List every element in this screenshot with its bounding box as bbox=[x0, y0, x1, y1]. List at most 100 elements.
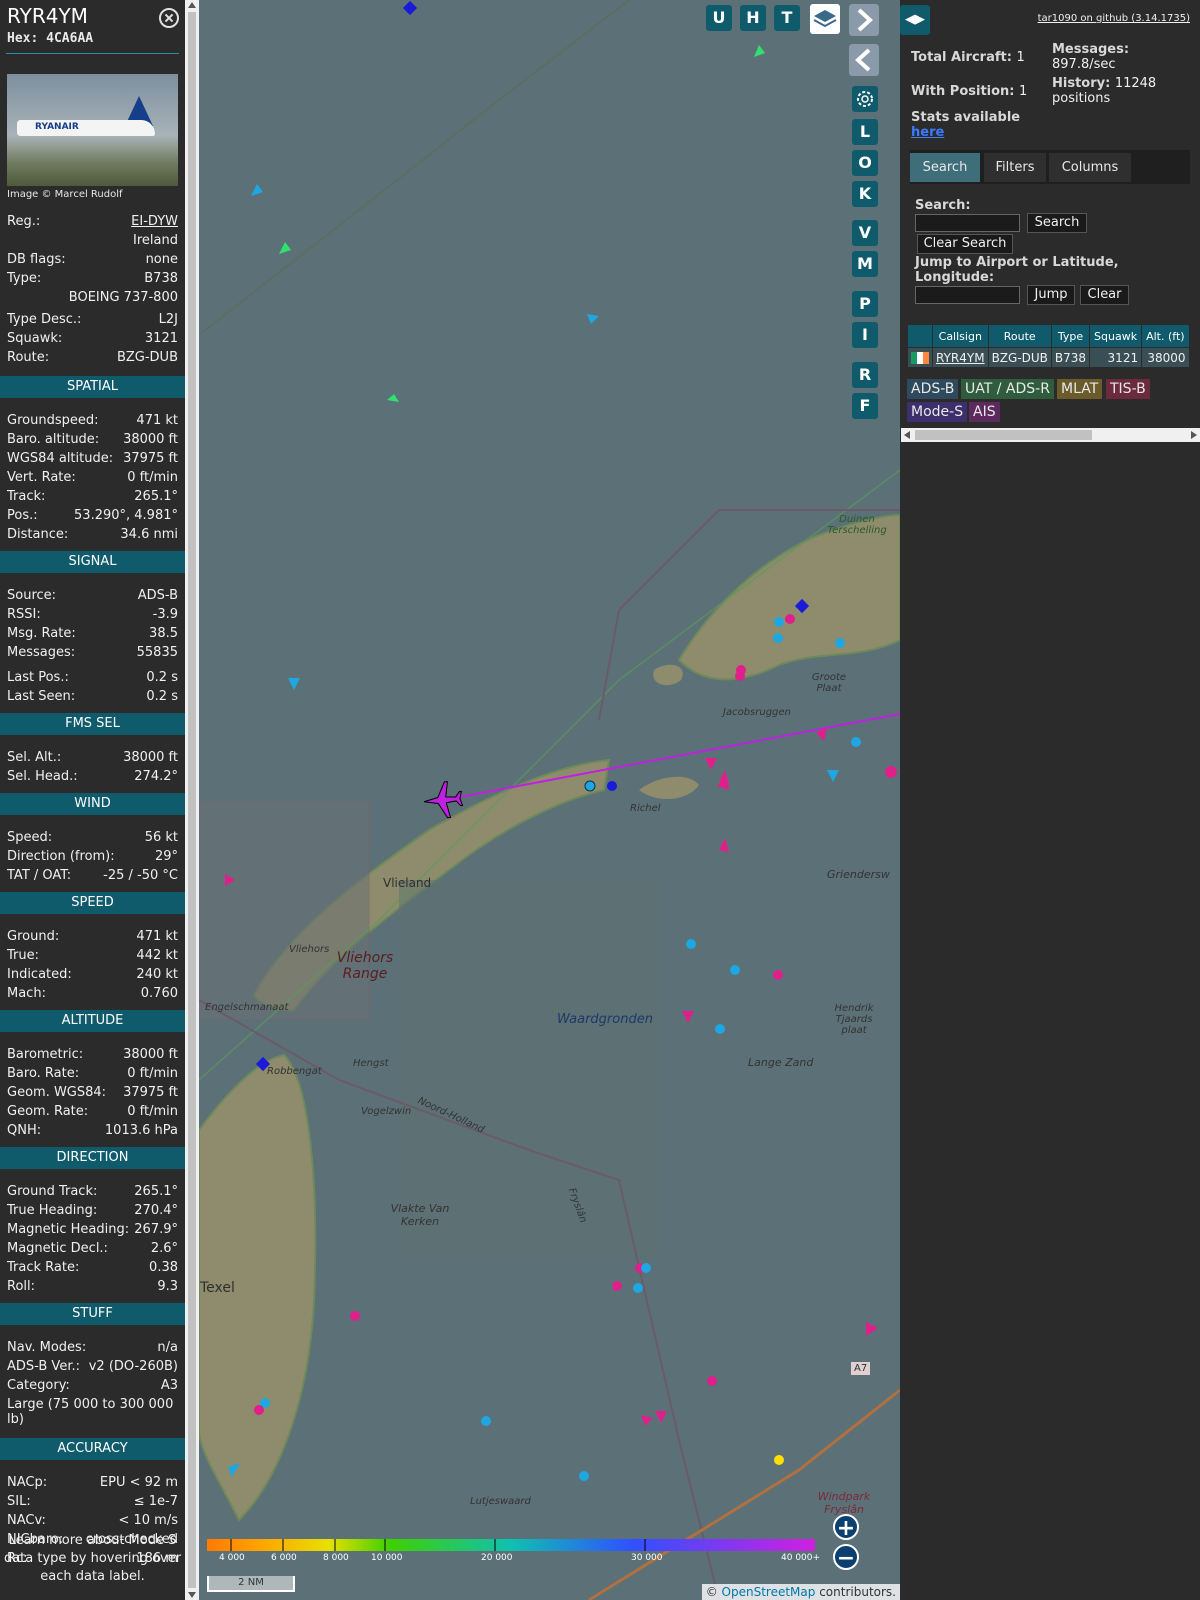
scroll-left-icon[interactable] bbox=[904, 431, 910, 439]
clear-button[interactable]: Clear bbox=[1080, 285, 1129, 305]
chevron-right-icon[interactable] bbox=[849, 4, 879, 36]
info-row-label: Last Pos.: bbox=[7, 670, 69, 685]
info-row: True Heading: 270.4° bbox=[7, 1203, 178, 1221]
aircraft-table: Callsign Route Type Squawk Alt. (ft) RYR… bbox=[907, 324, 1190, 368]
ireland-flag-icon bbox=[911, 352, 929, 364]
tab-bar: Search Filters Columns bbox=[910, 150, 1190, 184]
attribution-link[interactable]: OpenStreetMap bbox=[722, 1585, 816, 1599]
info-row-label: Ground: bbox=[7, 929, 60, 944]
info-row-value: 240 kt bbox=[136, 967, 178, 982]
map-button-m[interactable]: M bbox=[852, 251, 878, 277]
info-row: Baro. Rate: 0 ft/min bbox=[7, 1066, 178, 1084]
column-flag bbox=[907, 324, 933, 348]
info-scrollbar[interactable] bbox=[185, 0, 199, 1600]
tab-columns[interactable]: Columns bbox=[1049, 153, 1131, 182]
map-label-groote-plaat: Groote Plaat bbox=[811, 672, 847, 694]
source-badge-ais[interactable]: AIS bbox=[969, 402, 1000, 422]
source-badge-mlat[interactable]: MLAT bbox=[1057, 379, 1103, 399]
info-row: ADS-B Ver.: v2 (DO-260B) bbox=[7, 1359, 178, 1377]
info-row-value: none bbox=[145, 252, 178, 267]
richel-island bbox=[639, 776, 699, 800]
section-header-speed: SPEED bbox=[0, 892, 185, 914]
info-row-value: -25 / -50 °C bbox=[103, 868, 178, 883]
registration-link[interactable]: EI-DYW bbox=[131, 214, 178, 229]
map-button-h[interactable]: H bbox=[740, 5, 766, 31]
map-button-t[interactable]: T bbox=[774, 5, 800, 31]
tab-search[interactable]: Search bbox=[910, 153, 980, 182]
section-header-spatial: SPATIAL bbox=[0, 376, 185, 398]
scroll-right-icon[interactable] bbox=[1191, 431, 1197, 439]
info-row: Messages: 55835 bbox=[7, 645, 178, 663]
close-icon[interactable] bbox=[159, 8, 179, 28]
table-horizontal-scrollbar[interactable] bbox=[901, 428, 1200, 442]
zoom-in-icon[interactable]: + bbox=[833, 1514, 859, 1541]
stats-link[interactable]: here bbox=[911, 125, 1020, 140]
map-button-v[interactable]: V bbox=[852, 220, 878, 246]
info-row-value: 0 ft/min bbox=[127, 470, 178, 485]
source-badge-uat-ads-r[interactable]: UAT / ADS-R bbox=[961, 379, 1054, 399]
aircraft-photo[interactable]: RYANAIR bbox=[7, 74, 178, 186]
info-row-label: Magnetic Decl.: bbox=[7, 1241, 108, 1256]
info-row-value: 0.2 s bbox=[146, 670, 178, 685]
scroll-up-icon[interactable] bbox=[188, 2, 196, 8]
column-squawk[interactable]: Squawk bbox=[1089, 324, 1143, 348]
column-route[interactable]: Route bbox=[987, 324, 1052, 348]
source-badge-tis-b[interactable]: TIS-B bbox=[1106, 379, 1150, 399]
column-type[interactable]: Type bbox=[1050, 324, 1091, 348]
scroll-down-icon[interactable] bbox=[188, 1592, 196, 1598]
search-button[interactable]: Search bbox=[1027, 213, 1087, 233]
layers-icon[interactable] bbox=[810, 4, 840, 34]
column-callsign[interactable]: Callsign bbox=[932, 324, 989, 348]
jump-input[interactable] bbox=[915, 286, 1020, 304]
map-button-p[interactable]: P bbox=[852, 291, 878, 317]
hscroll-thumb[interactable] bbox=[915, 430, 1092, 440]
map-label-griendersw: Griendersw bbox=[827, 868, 890, 881]
messages-value: 897.8/sec bbox=[1052, 57, 1116, 72]
map[interactable]: Vlieland Vliehors Range Vliehors Richel … bbox=[199, 0, 900, 1600]
total-aircraft-value: 1 bbox=[1016, 50, 1025, 65]
info-row-value: 53.290°, 4.981° bbox=[74, 508, 178, 523]
cell-callsign[interactable]: RYR4YM bbox=[932, 347, 989, 368]
info-row-label: Sel. Head.: bbox=[7, 769, 78, 784]
expand-collapse-icon[interactable]: ◀▶ bbox=[900, 5, 930, 35]
gear-icon[interactable] bbox=[852, 86, 878, 112]
info-row-label: Sel. Alt.: bbox=[7, 750, 62, 765]
info-row-value: 0.38 bbox=[149, 1260, 178, 1275]
map-button-i[interactable]: I bbox=[852, 322, 878, 348]
jump-button[interactable]: Jump bbox=[1027, 285, 1075, 305]
search-label: Search: bbox=[915, 198, 971, 213]
info-row: RSSI: -3.9 bbox=[7, 607, 178, 625]
map-label-windpark: Windpark Fryslân bbox=[817, 1490, 871, 1516]
clear-search-button[interactable]: Clear Search bbox=[917, 234, 1013, 254]
map-label-vogelzwin: Vogelzwin bbox=[361, 1106, 412, 1117]
zoom-out-icon[interactable]: − bbox=[833, 1544, 859, 1571]
map-button-r[interactable]: R bbox=[852, 362, 878, 388]
table-row[interactable]: RYR4YM BZG-DUB B738 3121 38000 bbox=[907, 347, 1190, 368]
info-row-label: Pos.: bbox=[7, 508, 38, 523]
info-row: Roll: 9.3 bbox=[7, 1279, 178, 1297]
info-row-value: 29° bbox=[154, 849, 178, 864]
griend-island bbox=[653, 664, 683, 686]
info-row-label: Messages: bbox=[7, 645, 76, 660]
column-altitude[interactable]: Alt. (ft) bbox=[1141, 324, 1190, 348]
cell-altitude: 38000 bbox=[1141, 347, 1190, 368]
info-row-value: 442 kt bbox=[136, 948, 178, 963]
map-button-l[interactable]: L bbox=[852, 119, 878, 145]
map-button-f[interactable]: F bbox=[852, 393, 878, 419]
github-link[interactable]: tar1090 on github (3.14.1735) bbox=[1038, 13, 1190, 24]
map-button-u[interactable]: U bbox=[706, 5, 732, 31]
scroll-thumb[interactable] bbox=[188, 12, 196, 1588]
map-button-k[interactable]: K bbox=[852, 181, 878, 207]
search-input[interactable] bbox=[915, 214, 1020, 232]
source-badge-ads-b[interactable]: ADS-B bbox=[907, 379, 959, 399]
info-row-value: n/a bbox=[157, 1340, 178, 1355]
chevron-left-icon[interactable] bbox=[849, 44, 879, 76]
tab-filters[interactable]: Filters bbox=[984, 153, 1046, 182]
info-row: Sel. Head.: 274.2° bbox=[7, 769, 178, 787]
map-button-o[interactable]: O bbox=[852, 150, 878, 176]
map-label-engelschmanaat: Engelschmanaat bbox=[205, 1002, 289, 1013]
info-row: Category: A3 bbox=[7, 1378, 178, 1396]
source-badge-mode-s[interactable]: Mode-S bbox=[907, 402, 968, 422]
info-row-value: EPU < 92 m bbox=[99, 1475, 178, 1490]
alt-label-10000: 10 000 bbox=[371, 1553, 403, 1563]
